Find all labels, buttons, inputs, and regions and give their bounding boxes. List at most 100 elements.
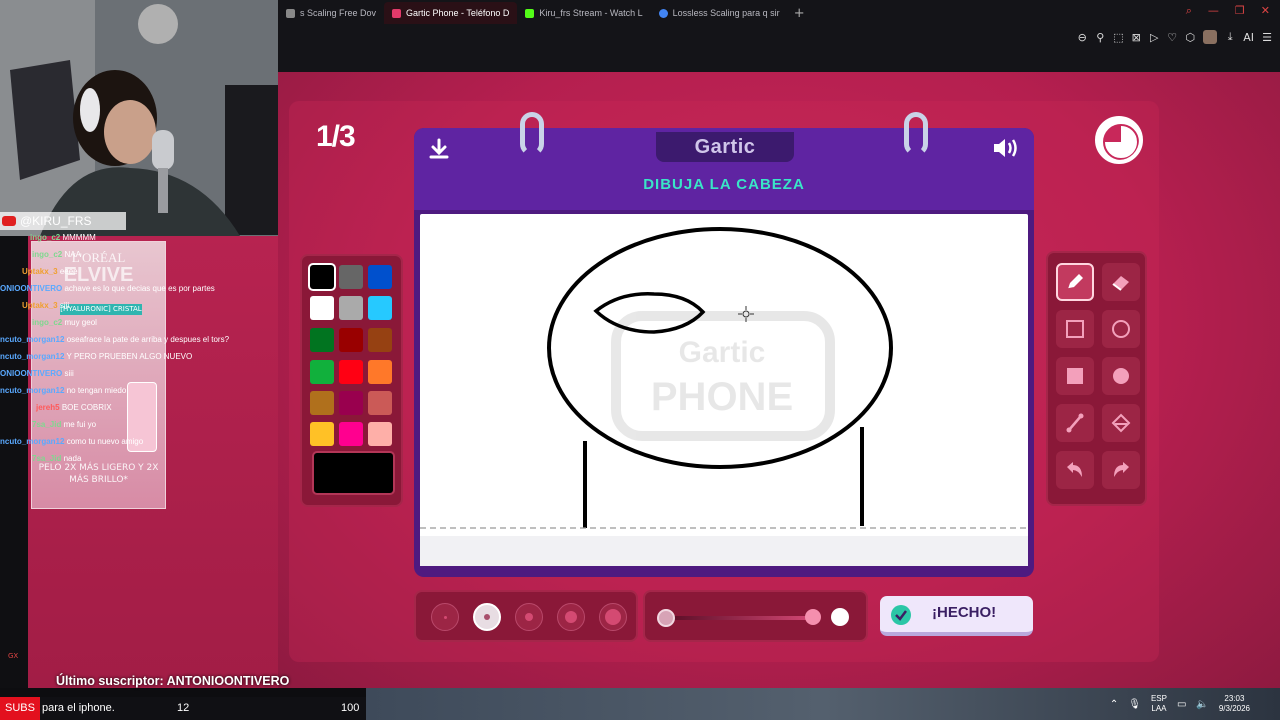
line-tool[interactable]: [1056, 404, 1094, 442]
rectangle-outline-tool[interactable]: [1056, 310, 1094, 348]
color-swatch-orange[interactable]: [368, 360, 392, 384]
menu-icon[interactable]: ☰: [1262, 31, 1272, 44]
color-swatch-ochre[interactable]: [310, 391, 334, 415]
tab-gartic-phone[interactable]: Gartic Phone - Teléfono D: [384, 2, 518, 24]
redo-tool[interactable]: [1102, 451, 1140, 489]
brush-size-1[interactable]: [431, 603, 459, 631]
chat-user: 7sa_Jid: [32, 454, 62, 463]
chat-user: 7sa_Jid: [32, 420, 62, 429]
search-icon[interactable]: ⌕: [1186, 4, 1192, 18]
color-swatch-red[interactable]: [339, 360, 363, 384]
chat-line: ncuto_morgan12 como tu nuevo amigo: [0, 433, 143, 450]
color-swatch-blue[interactable]: [368, 265, 392, 289]
favicon: [525, 8, 535, 18]
subs-goal: 100: [341, 702, 360, 714]
circle-outline-tool[interactable]: [1102, 310, 1140, 348]
tab-kick-stream[interactable]: Kiru_frs Stream - Watch L: [517, 2, 650, 24]
color-swatch-pink[interactable]: [339, 422, 363, 446]
maximize-button[interactable]: ❐: [1235, 4, 1245, 18]
new-tab-button[interactable]: +: [794, 6, 805, 21]
chat-message: NAA: [64, 250, 81, 259]
network-icon[interactable]: ▭: [1177, 699, 1186, 710]
volume-icon[interactable]: 🔈: [1196, 699, 1208, 710]
done-button[interactable]: ¡HECHO!: [880, 596, 1033, 636]
color-swatch-cyan[interactable]: [368, 296, 392, 320]
chat-line: Uptakx_3 siii: [22, 297, 69, 314]
redo-icon: [1114, 462, 1129, 477]
brush-size-2[interactable]: [473, 603, 501, 631]
tab-google-search[interactable]: Lossless Scaling para q sir: [651, 2, 788, 24]
clock[interactable]: 23:03 9/3/2026: [1219, 694, 1250, 714]
bucket-tool[interactable]: [1102, 404, 1140, 442]
color-swatch-dark-green[interactable]: [310, 328, 334, 352]
heart-icon[interactable]: ♡: [1167, 31, 1177, 44]
screenshot-icon[interactable]: ⬚: [1113, 31, 1123, 44]
color-swatch-dark-red[interactable]: [339, 328, 363, 352]
pin-icon[interactable]: ⚲: [1095, 31, 1105, 44]
color-swatch-yellow[interactable]: [310, 422, 334, 446]
current-color-preview: [312, 451, 395, 495]
block-icon[interactable]: ⊠: [1131, 31, 1141, 44]
color-swatch-rose[interactable]: [368, 391, 392, 415]
circle-fill-tool[interactable]: [1102, 357, 1140, 395]
extensions-icon[interactable]: ⬡: [1185, 31, 1195, 44]
browser-chrome: s Scaling Free Dov Gartic Phone - Teléfo…: [278, 0, 1280, 72]
tab-label: s Scaling Free Dov: [300, 8, 377, 18]
chat-message: muy geol: [64, 318, 97, 327]
play-icon[interactable]: ▷: [1149, 31, 1159, 44]
keyboard-layout: LAA: [1151, 704, 1167, 713]
chat-user: Uptakx_3: [22, 301, 58, 310]
ai-button[interactable]: AI: [1243, 31, 1254, 44]
brush-size-5[interactable]: [599, 603, 627, 631]
brush-size-4[interactable]: [557, 603, 585, 631]
rectangle-fill-icon: [1067, 368, 1083, 384]
notebook-ring-left: [520, 112, 544, 156]
color-swatch-white[interactable]: [310, 296, 334, 320]
brush-size-3[interactable]: [515, 603, 543, 631]
minimize-button[interactable]: —: [1208, 4, 1219, 18]
undo-tool[interactable]: [1056, 451, 1094, 489]
drawing-canvas[interactable]: Gartic PHONE: [420, 214, 1028, 566]
cam-handle-text: @KIRU_FRS: [20, 214, 92, 228]
chat-line: ingo_c2 muy geol: [32, 314, 97, 331]
youtube-icon: [2, 216, 16, 226]
gx-badge: GX: [8, 652, 19, 660]
eraser-tool[interactable]: [1102, 263, 1140, 301]
color-swatch-brown[interactable]: [368, 328, 392, 352]
opacity-slider[interactable]: [643, 590, 868, 642]
zoom-icon[interactable]: ⊖: [1077, 31, 1087, 44]
pencil-icon: [1067, 274, 1083, 290]
drawing-prompt: DIBUJA LA CABEZA: [643, 176, 805, 193]
drawing-strokes: Gartic PHONE: [420, 227, 1028, 566]
chat-line: ncuto_morgan12 no tengan miedo: [0, 382, 126, 399]
tab-strip: s Scaling Free Dov Gartic Phone - Teléfo…: [278, 0, 1280, 26]
color-swatch-peach[interactable]: [368, 422, 392, 446]
volume-icon[interactable]: [992, 136, 1020, 160]
chevron-up-icon[interactable]: ⌃: [1110, 699, 1118, 710]
favicon: [286, 8, 295, 18]
close-button[interactable]: ✕: [1261, 4, 1270, 18]
chat-user: ncuto_morgan12: [0, 437, 65, 446]
chat-line: 7sa_Jid nada: [32, 450, 81, 467]
rectangle-fill-tool[interactable]: [1056, 357, 1094, 395]
language-indicator[interactable]: ESP LAA: [1151, 694, 1167, 714]
chat-line: ncuto_morgan12 oseafrace la pate de arri…: [0, 331, 229, 348]
subs-label: SUBS: [0, 697, 40, 720]
color-swatch-light-gray[interactable]: [339, 296, 363, 320]
chat-message: BOE COBRIX: [61, 403, 112, 412]
tab-lossless-download[interactable]: s Scaling Free Dov: [278, 2, 384, 24]
color-swatch-plum[interactable]: [339, 391, 363, 415]
opacity-handle[interactable]: [805, 609, 821, 625]
download-icon[interactable]: ⤓: [1225, 30, 1235, 44]
chat-message: Y PERO PRUEBEN ALGO NUEVO: [66, 352, 193, 361]
color-swatch-gray[interactable]: [339, 265, 363, 289]
pencil-tool[interactable]: [1056, 263, 1094, 301]
profile-avatar[interactable]: [1203, 30, 1218, 44]
color-swatch-black[interactable]: [308, 263, 336, 291]
download-icon[interactable]: [428, 138, 450, 160]
language-code: ESP: [1150, 694, 1167, 703]
color-swatch-green[interactable]: [310, 360, 334, 384]
microphone-icon[interactable]: 🎙: [1128, 699, 1141, 710]
favicon: [392, 8, 402, 18]
round-counter: 1/3: [316, 120, 356, 153]
